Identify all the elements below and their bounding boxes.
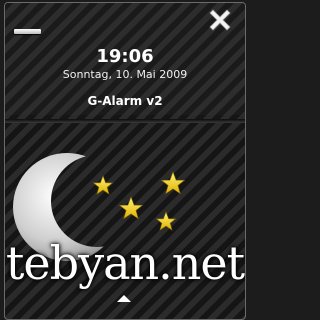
clock-time: 19:06: [96, 46, 154, 67]
header: 19:06 Sonntag, 10. Mai 2009 G-Alarm v2: [5, 3, 245, 115]
header-divider: [5, 119, 245, 123]
alarm-screen: 19:06 Sonntag, 10. Mai 2009 G-Alarm v2 t…: [4, 2, 246, 320]
expand-handle[interactable]: [116, 295, 132, 305]
minimize-button[interactable]: [14, 15, 41, 37]
watermark-text: tebyan.net: [5, 236, 245, 290]
up-arrow-icon: [117, 295, 131, 302]
close-icon[interactable]: [205, 5, 235, 35]
app-title: G-Alarm v2: [87, 94, 163, 108]
star-icon: [155, 211, 177, 231]
clock-date: Sonntag, 10. Mai 2009: [62, 68, 188, 81]
star-icon: [118, 196, 144, 220]
star-icon: [160, 171, 186, 195]
minimize-icon: [14, 29, 41, 34]
